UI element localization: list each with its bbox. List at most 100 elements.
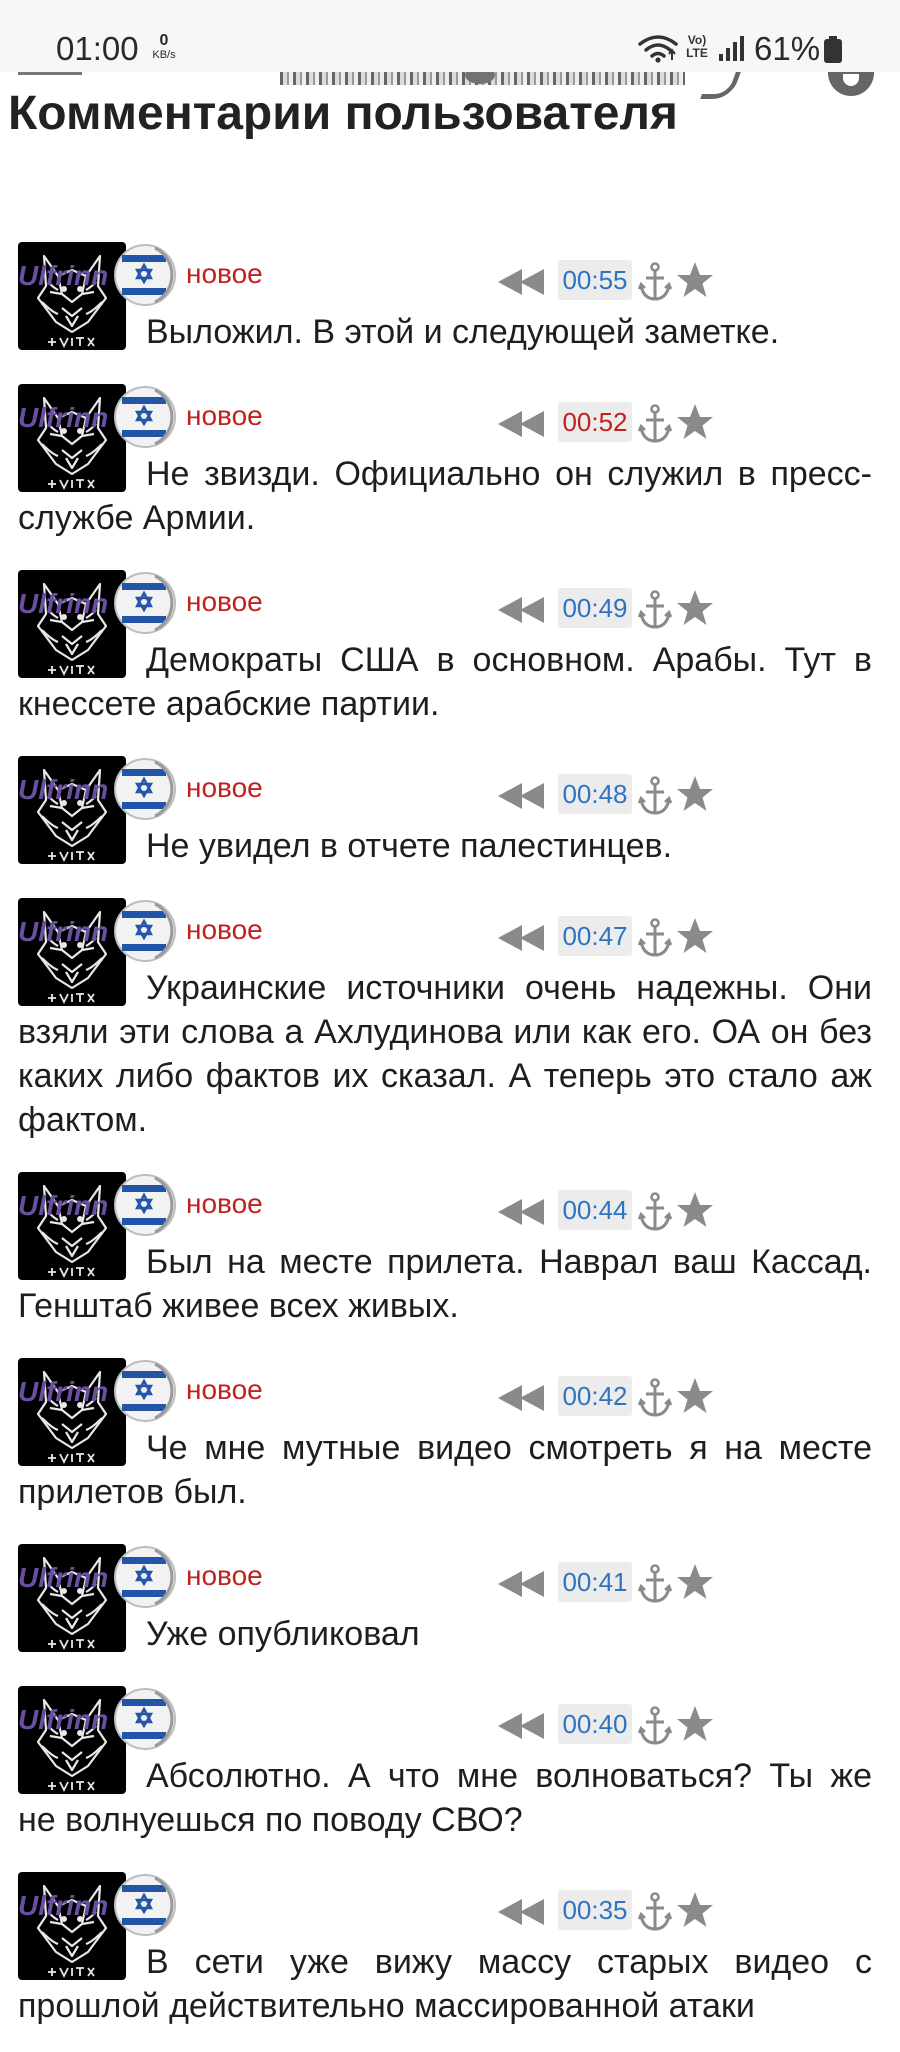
comment-meta: Ulfrinn 00:40 [18,1686,872,1754]
comment-time[interactable]: 00:42 [558,1376,632,1416]
israel-flag-icon[interactable] [113,1173,177,1237]
site-header [0,66,900,99]
anchor-icon[interactable] [638,1706,672,1746]
comment-item: Ulfrinn новое 00:44 Был на месте прилета… [0,1166,900,1352]
new-status-label: новое [186,772,263,803]
star-icon[interactable] [675,1376,715,1416]
anchor-icon[interactable] [638,590,672,630]
reply-arrows-icon[interactable] [496,1897,548,1927]
comment-text: Демократы США в основном. Арабы. Тут в к… [18,641,872,723]
reply-arrows-icon[interactable] [496,595,548,625]
israel-flag-icon[interactable] [113,1687,177,1751]
israel-flag-icon[interactable] [113,757,177,821]
network-speed-unit: KB/s [152,49,176,61]
comment-meta: Ulfrinn новое 00:52 [18,384,872,452]
comment-item: Ulfrinn новое 00:41 Уже опубликовал [0,1538,900,1680]
comment-meta: Ulfrinn 00:35 [18,1872,872,1940]
reply-arrows-icon[interactable] [496,923,548,953]
comment-time[interactable]: 00:55 [558,260,632,300]
comment-time[interactable]: 00:40 [558,1704,632,1744]
comment-item: Ulfrinn новое 00:42 Че мне мутные видео … [0,1352,900,1538]
israel-flag-icon[interactable] [113,385,177,449]
comment-text: Уже опубликовал [146,1615,420,1653]
comment-text: Выложил. В этой и следующей заметке. [146,313,780,351]
new-status-label: новое [186,586,263,617]
star-icon[interactable] [675,260,715,300]
comment-item: Ulfrinn новое 00:47 Украинские источники… [0,892,900,1166]
anchor-icon[interactable] [638,404,672,444]
comment-item: Ulfrinn новое 00:48 Не увидел в отчете п… [0,750,900,892]
reply-arrows-icon[interactable] [496,1569,548,1599]
comment-time[interactable]: 00:44 [558,1190,632,1230]
reply-arrows-icon[interactable] [496,409,548,439]
battery-icon [824,36,842,63]
star-icon[interactable] [675,402,715,442]
israel-flag-icon[interactable] [113,1545,177,1609]
reply-arrows-icon[interactable] [496,1711,548,1741]
comments-list: Ulfrinn новое 00:55 Выложил. В этой и сл… [0,236,900,2052]
site-banner-image[interactable] [280,66,685,85]
username-link[interactable]: Ulfrinn [18,260,108,292]
comment-meta: Ulfrinn новое 00:49 [18,570,872,638]
anchor-icon[interactable] [638,918,672,958]
anchor-icon[interactable] [638,1564,672,1604]
israel-flag-icon[interactable] [113,1873,177,1937]
reply-arrows-icon[interactable] [496,781,548,811]
star-icon[interactable] [675,774,715,814]
israel-flag-icon[interactable] [113,899,177,963]
star-icon[interactable] [675,588,715,628]
menu-icon[interactable] [18,72,82,75]
israel-flag-icon[interactable] [113,571,177,635]
username-link[interactable]: Ulfrinn [18,774,108,806]
comment-item: Ulfrinn 00:35 В сети уже вижу массу стар… [0,1866,900,2052]
network-speed-value: 0 [159,32,169,49]
star-icon[interactable] [675,916,715,956]
username-link[interactable]: Ulfrinn [18,588,108,620]
username-link[interactable]: Ulfrinn [18,916,108,948]
israel-flag-icon[interactable] [113,1359,177,1423]
anchor-icon[interactable] [638,1892,672,1932]
comment-text: Абсолютно. А что мне волноваться? Ты же … [18,1757,872,1839]
comment-text: Че мне мутные видео смотреть я на месте … [18,1429,872,1511]
reply-arrows-icon[interactable] [496,1197,548,1227]
comment-item: Ulfrinn новое 00:55 Выложил. В этой и сл… [0,236,900,378]
anchor-icon[interactable] [638,1192,672,1232]
star-icon[interactable] [675,1890,715,1930]
gear-icon[interactable] [828,72,874,96]
comment-text: В сети уже вижу массу старых видео с про… [18,1943,872,2025]
israel-flag-icon[interactable] [113,243,177,307]
anchor-icon[interactable] [638,776,672,816]
comment-meta: Ulfrinn новое 00:55 [18,242,872,310]
anchor-icon[interactable] [638,262,672,302]
comment-meta: Ulfrinn новое 00:47 [18,898,872,966]
comment-time[interactable]: 00:41 [558,1562,632,1602]
comment-meta: Ulfrinn новое 00:48 [18,756,872,824]
star-icon[interactable] [675,1704,715,1744]
comment-time[interactable]: 00:49 [558,588,632,628]
comment-text: Не увидел в отчете палестинцев. [146,827,673,865]
username-link[interactable]: Ulfrinn [18,402,108,434]
username-link[interactable]: Ulfrinn [18,1890,108,1922]
volte-icon: Vo) LTE [682,34,712,60]
comment-text: Не звизди. Официально он служил в пресс-… [18,455,872,537]
username-link[interactable]: Ulfrinn [18,1376,108,1408]
comment-time[interactable]: 00:48 [558,774,632,814]
battery-percentage: 61% [754,30,821,67]
comment-item: Ulfrinn 00:40 Абсолютно. А что мне волно… [0,1680,900,1866]
star-icon[interactable] [675,1562,715,1602]
search-icon[interactable] [700,72,741,99]
signal-icon [719,36,744,61]
reply-arrows-icon[interactable] [496,1383,548,1413]
comment-meta: Ulfrinn новое 00:41 [18,1544,872,1612]
comment-time[interactable]: 00:47 [558,916,632,956]
comment-time[interactable]: 00:35 [558,1890,632,1930]
username-link[interactable]: Ulfrinn [18,1562,108,1594]
anchor-icon[interactable] [638,1378,672,1418]
username-link[interactable]: Ulfrinn [18,1704,108,1736]
reply-arrows-icon[interactable] [496,267,548,297]
comment-meta: Ulfrinn новое 00:44 [18,1172,872,1240]
star-icon[interactable] [675,1190,715,1230]
username-link[interactable]: Ulfrinn [18,1190,108,1222]
new-status-label: новое [186,914,263,945]
comment-time[interactable]: 00:52 [558,402,632,442]
